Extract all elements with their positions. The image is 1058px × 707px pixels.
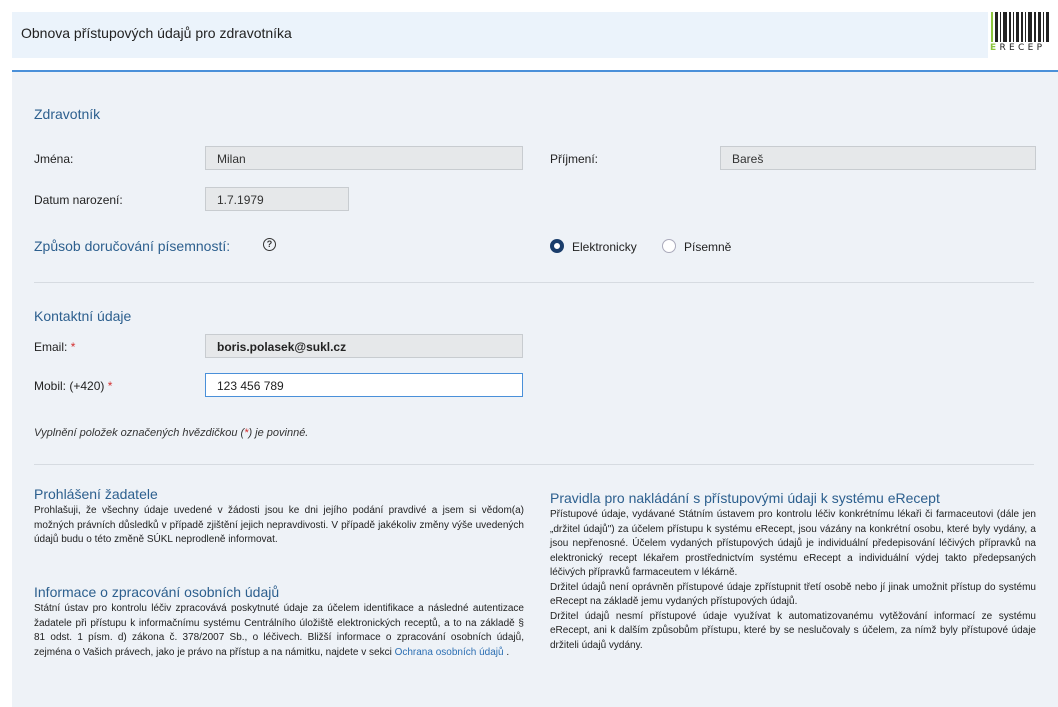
prijmeni-field: Bareš xyxy=(720,146,1036,170)
email-label: Email: * xyxy=(34,340,76,354)
erecep-logo: ERECEP xyxy=(988,12,1058,58)
divider xyxy=(34,464,1034,465)
datum-label: Datum narození: xyxy=(34,193,123,207)
form-panel: Zdravotník Jména: Milan Příjmení: Bareš … xyxy=(12,72,1058,707)
informace-text: Státní ústav pro kontrolu léčiv zpracová… xyxy=(34,603,524,658)
datum-field: 1.7.1979 xyxy=(205,187,349,211)
pravidla-p3: Držitel údajů nesmí přístupové údaje vyu… xyxy=(550,610,1036,651)
section-title-zdravotnik: Zdravotník xyxy=(34,106,101,122)
help-icon[interactable]: ? xyxy=(263,238,276,251)
pravidla-p1: Přístupové údaje, vydávané Státním ústav… xyxy=(550,509,1036,578)
radio-pisemne-label[interactable]: Písemně xyxy=(684,240,731,254)
pravidla-title: Pravidla pro nakládání s přístupovými úd… xyxy=(550,490,940,506)
pravidla-p2: Držitel údajů není oprávněn přístupové ú… xyxy=(550,581,1036,608)
page-header: Obnova přístupových údajů pro zdravotník… xyxy=(12,12,1058,58)
jmena-field: Milan xyxy=(205,146,523,170)
prohlaseni-title: Prohlášení žadatele xyxy=(34,486,158,502)
doruceni-label: Způsob doručování písemností: xyxy=(34,238,231,254)
page-title: Obnova přístupových údajů pro zdravotník… xyxy=(21,25,292,41)
required-note: Vyplnění položek označených hvězdičkou (… xyxy=(34,427,309,439)
section-title-kontakt: Kontaktní údaje xyxy=(34,308,132,324)
prijmeni-label: Příjmení: xyxy=(550,152,599,166)
mobil-input[interactable]: 123 456 789 xyxy=(205,373,523,397)
pravidla-text: Přístupové údaje, vydávané Státním ústav… xyxy=(550,508,1036,653)
radio-elektronicky[interactable] xyxy=(550,239,564,253)
radio-pisemne[interactable] xyxy=(662,239,676,253)
email-field: boris.polasek@sukl.cz xyxy=(205,334,523,358)
logo-text: ERECEP xyxy=(990,43,1046,53)
informace-title: Informace o zpracování osobních údajů xyxy=(34,584,280,600)
radio-elektronicky-label[interactable]: Elektronicky xyxy=(572,240,637,254)
mobil-label: Mobil: (+420) * xyxy=(34,379,113,393)
jmena-label: Jména: xyxy=(34,152,74,166)
divider xyxy=(34,282,1034,283)
prohlaseni-text: Prohlašuji, že všechny údaje uvedené v ž… xyxy=(34,505,524,545)
barcode-icon xyxy=(991,12,1049,42)
ochrana-link[interactable]: Ochrana osobních údajů xyxy=(395,647,504,658)
